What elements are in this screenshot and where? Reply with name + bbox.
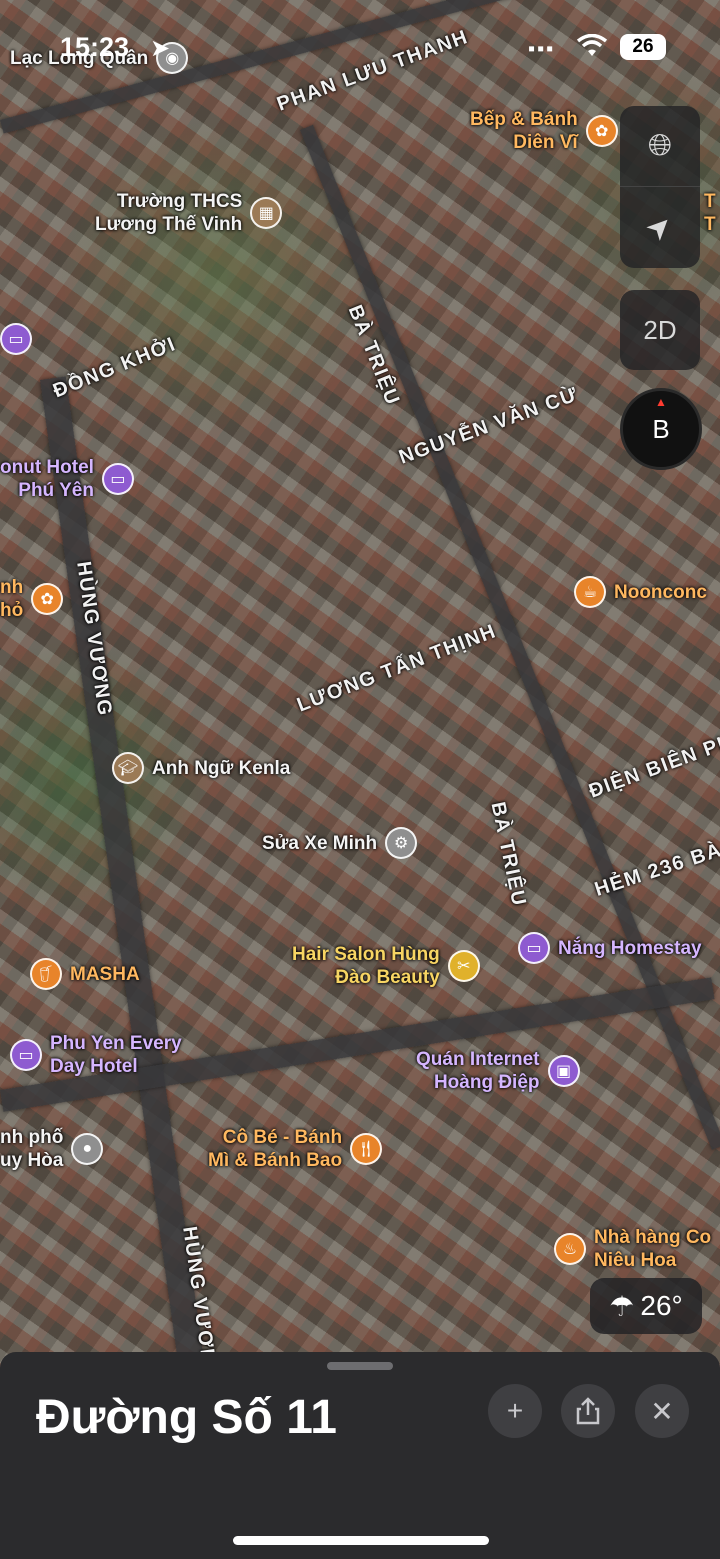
poi-label: nh hỏ [0,577,24,621]
computer-icon: ▣ [547,1055,580,1087]
globe-button[interactable]: 🌐︎ [620,106,700,187]
poi-label: Cô Bé - Bánh Mì & Bánh Bao [208,1127,343,1171]
poi-label: Nắng Homestay [558,937,702,959]
compass-letter: B [652,413,670,444]
close-button[interactable]: ✕ [635,1384,689,1438]
add-button[interactable]: + [488,1384,542,1438]
plus-icon: + [506,1395,524,1426]
bed-icon: ▭ [10,1039,42,1071]
location-arrow-icon: ➤ [639,206,681,248]
cellular-signal-icon: ▪▪▪ [528,38,556,60]
poi-label: Phu Yen Every Day Hotel [50,1033,182,1077]
poi-hair-salon[interactable]: Hair Salon Hùng Đào Beauty ✂ [292,943,480,989]
bakery-icon: ✿ [585,115,618,147]
close-icon: ✕ [650,1395,674,1427]
poi-label: Nhà hàng Co Niêu Hoa [594,1227,712,1271]
share-icon [576,1397,600,1425]
poi-label: onut Hotel Phú Yên [0,457,94,501]
map-controls-group: 🌐︎ ➤ [620,106,700,268]
poi-label: T T [704,191,716,235]
poi-donut-hotel[interactable]: onut Hotel Phú Yên ▭ [0,456,134,502]
poi-masha[interactable]: 🥤︎ MASHA [30,958,140,990]
status-time: 15:23 [60,32,130,62]
poi-label: Hair Salon Hùng Đào Beauty [292,944,440,988]
road [40,376,205,1371]
bed-icon: ▭ [0,323,32,355]
poi-bep-banh-dien-vi[interactable]: Bếp & Bánh Diên Vĩ ✿ [470,108,618,154]
poi-left-bakery[interactable]: nh hỏ ✿ [0,576,64,622]
poi-label: MASHA [70,963,140,985]
poi-truong-thcs[interactable]: Trường THCS Lương Thế Vinh ▦ [95,190,283,236]
poi-thanh-pho-tuy-hoa[interactable]: nh phố uy Hòa ● [0,1126,104,1172]
place-sheet[interactable]: Đường Số 11 + ✕ [0,1352,720,1559]
wifi-icon [576,34,608,56]
poi-label: nh phố uy Hòa [0,1127,64,1171]
poi-label: Quán Internet Hoàng Điệp [416,1049,540,1093]
location-button[interactable]: ➤ [620,187,700,267]
poi-label: Trường THCS Lương Thế Vinh [95,191,243,235]
city-icon: ● [71,1133,104,1165]
poi-nang-homestay[interactable]: ▭ Nắng Homestay [518,932,702,964]
drink-icon: 🥤︎ [30,958,62,990]
restaurant-icon: ♨ [554,1233,586,1265]
poi-label: Noonconc [614,581,707,603]
poi-right-edge[interactable]: T T [704,190,716,236]
poi-nha-hang-niêu[interactable]: ♨ Nhà hàng Co Niêu Hoa [554,1226,711,1272]
street-label: ĐỒNG KHỞI [50,333,180,403]
share-button[interactable] [561,1384,615,1438]
poi-label: Anh Ngữ Kenla [152,757,291,779]
globe-icon: 🌐︎ [648,129,672,162]
street-label: ĐIỆN BIÊN PHỦ [586,724,720,803]
bed-icon: ▭ [518,932,550,964]
street-label: LƯƠNG TẤN THỊNH [294,620,500,717]
poi-sua-xe-minh[interactable]: Sửa Xe Minh ⚙ [262,827,418,859]
street-label: BÀ TRIỆU [486,800,531,909]
poi-phu-yen-every-day-hotel[interactable]: ▭ Phu Yen Every Day Hotel [10,1032,182,1078]
battery-indicator: 26 [620,34,666,60]
sheet-grabber[interactable] [327,1362,393,1370]
poi-quan-internet[interactable]: Quán Internet Hoàng Điệp ▣ [416,1048,580,1094]
rain-cloud-icon: ☂ [609,1290,635,1322]
poi-anh-ngu-kenla[interactable]: 🎓︎ Anh Ngữ Kenla [112,752,290,784]
sheet-title: Đường Số 11 [36,1391,337,1444]
poi-hotel-left[interactable]: ▭ [0,323,32,355]
compass-needle-icon: ▲ [655,395,667,409]
weather-temp: 26° [640,1290,683,1321]
fork-knife-icon: 🍴︎ [350,1133,383,1165]
poi-co-be-banh-mi[interactable]: Cô Bé - Bánh Mì & Bánh Bao 🍴︎ [208,1126,383,1172]
view-mode-label: 2D [643,314,677,345]
poi-noonconc[interactable]: ☕ Noonconc [574,576,707,608]
home-indicator[interactable] [233,1536,489,1545]
bed-icon: ▭ [101,463,134,495]
scissors-icon: ✂ [447,950,480,982]
view-mode-toggle[interactable]: 2D [620,290,700,370]
poi-label: Bếp & Bánh Diên Vĩ [470,109,578,153]
bakery-icon: ✿ [31,583,64,615]
satellite-map[interactable]: PHAN LƯU THANH ĐỒNG KHỞI BÀ TRIỆU NGUYỄN… [0,0,720,1380]
poi-label: Sửa Xe Minh [262,832,378,854]
school-icon: ▦ [250,197,283,229]
location-arrow-icon: ➤ [150,35,171,62]
graduation-cap-icon: 🎓︎ [112,752,144,784]
compass-button[interactable]: ▲ B [620,388,702,470]
status-bar: 15:23 ➤ ▪▪▪ 26 [0,0,720,90]
weather-badge[interactable]: ☂ 26° [590,1278,702,1334]
motorbike-icon: ⚙ [385,827,418,859]
coffee-icon: ☕ [574,576,606,608]
